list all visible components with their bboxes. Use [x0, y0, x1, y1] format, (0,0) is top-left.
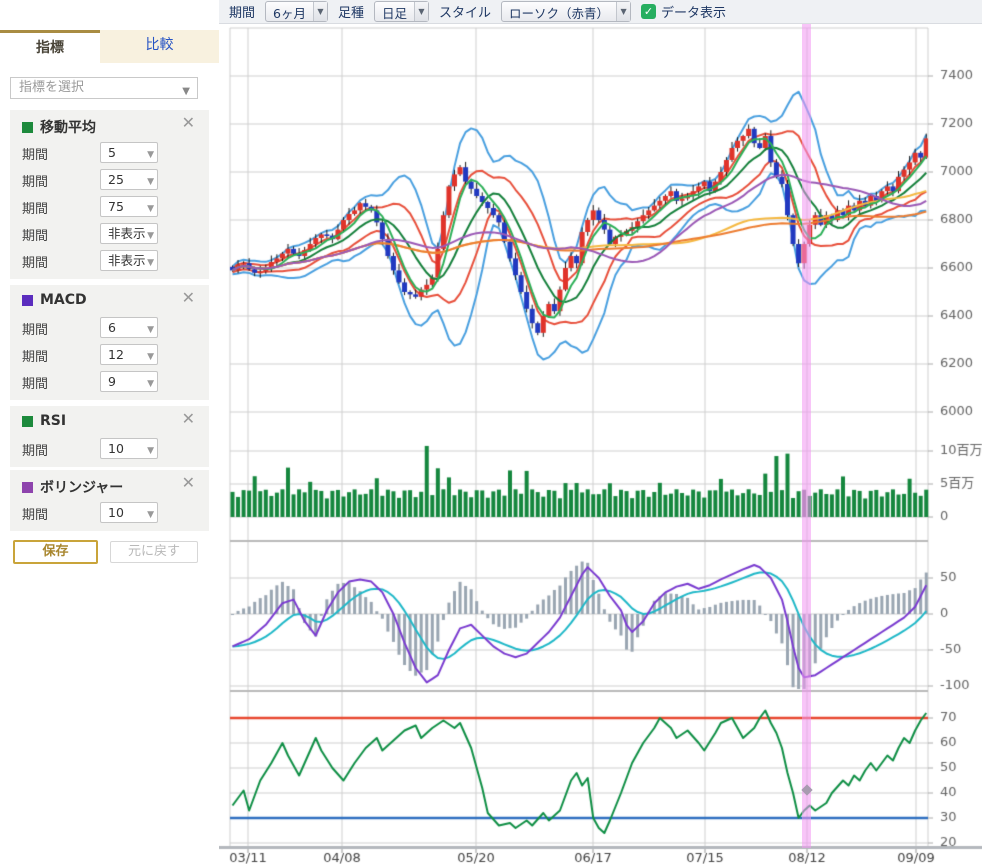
- indicator-section-title: 移動平均: [22, 117, 96, 137]
- chevron-down-icon: ▼: [147, 146, 154, 165]
- indicator-section: MACD ✕ 期間 6 ▼ 期間 12 ▼ 期間 9 ▼: [10, 285, 209, 400]
- period-row-label: 期間: [22, 225, 48, 244]
- chevron-down-icon: ▼: [147, 375, 154, 394]
- close-icon[interactable]: ✕: [182, 475, 195, 491]
- indicator-section-title: RSI: [22, 413, 66, 429]
- chevron-down-icon: ▼: [147, 254, 154, 273]
- indicator-color-icon: [22, 295, 33, 306]
- indicator-color-icon: [22, 482, 33, 493]
- checkbox-checked-icon[interactable]: ✓: [641, 4, 656, 19]
- period-row-label: 期間: [22, 440, 48, 459]
- chevron-down-icon: ▼: [147, 321, 154, 340]
- chevron-down-icon: ▼: [182, 82, 190, 102]
- period-select[interactable]: 12 ▼: [100, 344, 158, 365]
- indicator-select-placeholder: 指標を選択: [19, 80, 84, 95]
- close-icon[interactable]: ✕: [182, 290, 195, 306]
- period-label: 期間: [229, 2, 255, 21]
- tab-compare[interactable]: 比較: [100, 30, 219, 63]
- bartype-select[interactable]: 日足 ▼: [374, 1, 429, 22]
- period-select[interactable]: 25 ▼: [100, 169, 158, 190]
- period-select[interactable]: 5 ▼: [100, 142, 158, 163]
- indicator-section: 移動平均 ✕期間 5 ▼期間 25 ▼期間 75 ▼期間 非表示: [10, 110, 209, 279]
- chevron-down-icon: ▼: [147, 442, 154, 461]
- indicator-color-icon: [22, 416, 33, 427]
- indicator-color-icon: [22, 122, 33, 133]
- period-select[interactable]: 非表示 ▼: [100, 223, 158, 244]
- chevron-down-icon[interactable]: ▼: [313, 2, 327, 21]
- close-icon[interactable]: ✕: [182, 411, 195, 427]
- chevron-down-icon: ▼: [147, 200, 154, 219]
- period-row-label: 期間: [22, 171, 48, 190]
- period-select[interactable]: 9 ▼: [100, 371, 158, 392]
- chevron-down-icon[interactable]: ▼: [616, 2, 630, 21]
- period-row-label: 期間: [22, 373, 48, 392]
- bartype-label: 足種: [338, 2, 364, 21]
- indicator-section-title: MACD: [22, 292, 87, 308]
- period-row-label: 期間: [22, 319, 48, 338]
- period-row-label: 期間: [22, 252, 48, 271]
- period-row-label: 期間: [22, 504, 48, 523]
- period-select[interactable]: 非表示 ▼: [100, 250, 158, 271]
- save-button[interactable]: 保存: [13, 540, 98, 564]
- chevron-down-icon: ▼: [147, 227, 154, 246]
- chart-toolbar: 期間 6ヶ月 ▼ 足種 日足 ▼ スタイル ローソク（赤青） ▼ ✓ データ表示: [219, 0, 982, 24]
- period-row-label: 期間: [22, 198, 48, 217]
- period-row-label: 期間: [22, 144, 48, 163]
- period-select[interactable]: 10 ▼: [100, 502, 158, 523]
- period-select[interactable]: 10 ▼: [100, 438, 158, 459]
- chevron-down-icon: ▼: [147, 348, 154, 367]
- indicator-section-title: ボリンジャー: [22, 477, 123, 497]
- chevron-down-icon: ▼: [147, 173, 154, 192]
- chevron-down-icon: ▼: [147, 506, 154, 525]
- indicator-section: RSI ✕ 期間 10 ▼: [10, 406, 209, 467]
- period-row-label: 期間: [22, 346, 48, 365]
- tab-indicators[interactable]: 指標: [0, 30, 100, 63]
- stock-chart-canvas[interactable]: [219, 0, 982, 864]
- indicator-sidebar: 指標 比較 指標を選択 ▼ 移動平均 ✕ 期間 5 ▼ 期間 25 ▼ 期間: [0, 0, 219, 864]
- close-icon[interactable]: ✕: [182, 115, 195, 131]
- reset-button[interactable]: 元に戻す: [110, 541, 198, 563]
- indicator-section: ボリンジャー ✕ 期間 10 ▼: [10, 470, 209, 531]
- style-label: スタイル: [439, 2, 491, 21]
- period-select[interactable]: 75 ▼: [100, 196, 158, 217]
- period-select[interactable]: 6ヶ月 ▼: [265, 1, 328, 22]
- period-select[interactable]: 6 ▼: [100, 317, 158, 338]
- chevron-down-icon[interactable]: ▼: [414, 2, 428, 21]
- data-display-toggle[interactable]: ✓ データ表示: [641, 2, 726, 21]
- indicator-select[interactable]: 指標を選択 ▼: [10, 77, 198, 99]
- style-select[interactable]: ローソク（赤青） ▼: [501, 1, 631, 22]
